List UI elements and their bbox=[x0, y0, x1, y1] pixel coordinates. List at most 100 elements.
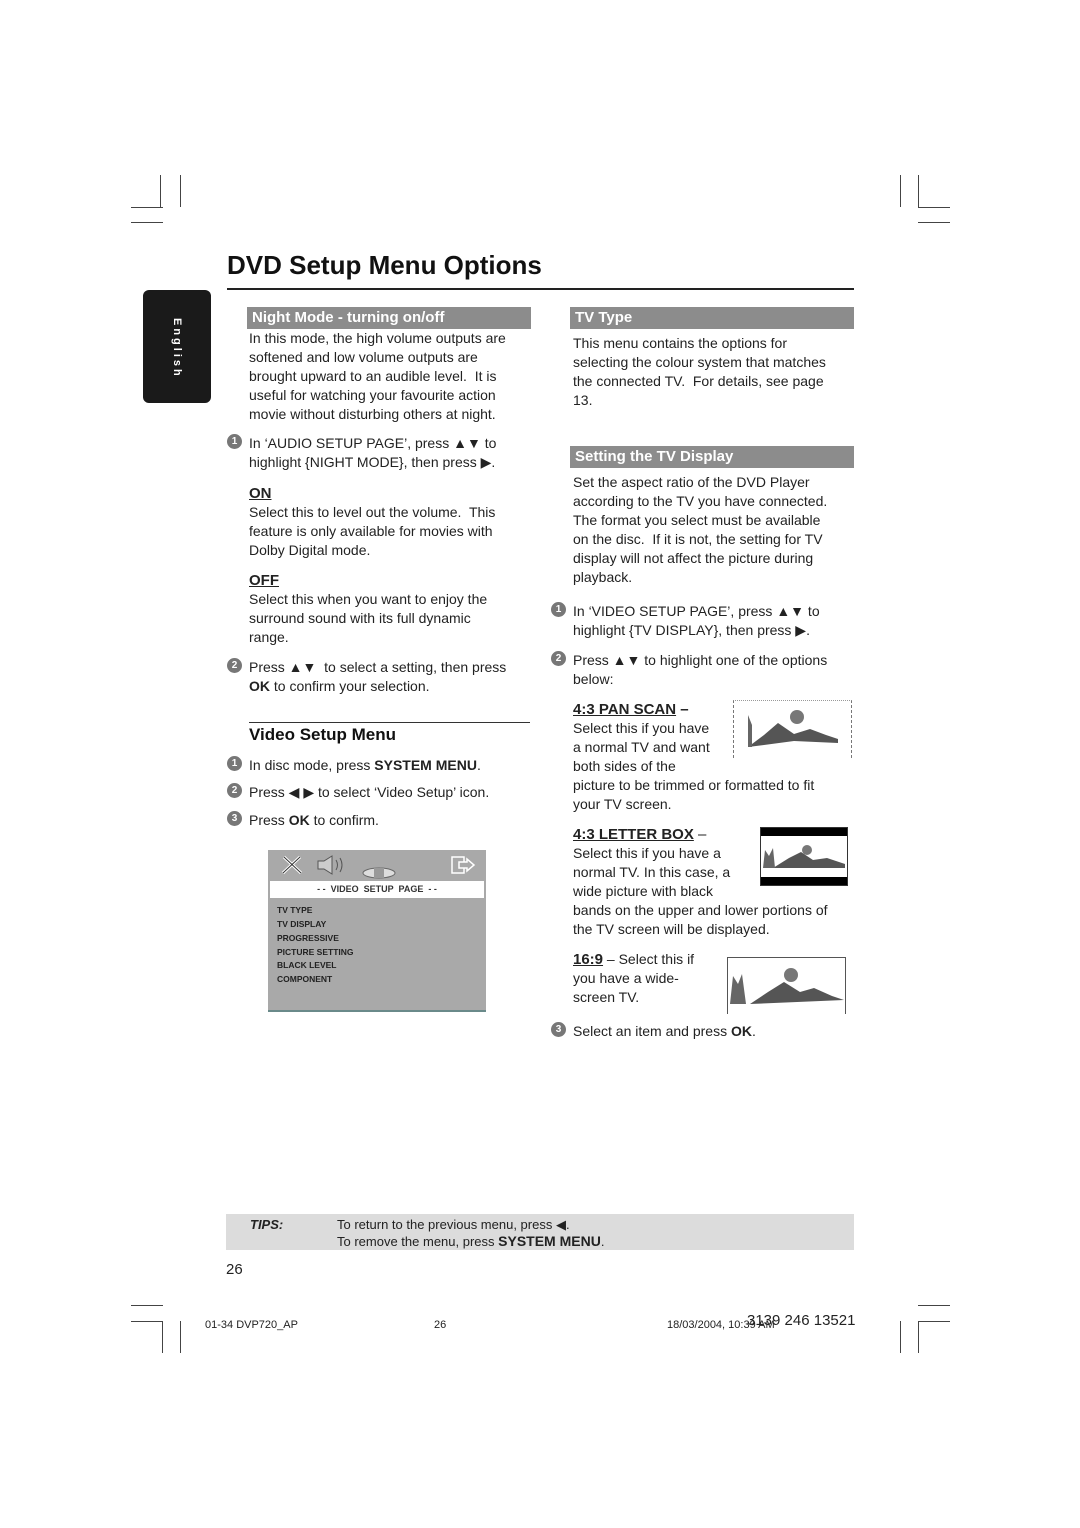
menu-item-component[interactable]: COMPONENT bbox=[277, 974, 332, 984]
disc-icon bbox=[362, 867, 396, 879]
crop-mark bbox=[918, 1321, 919, 1353]
step-number-1: 1 bbox=[227, 434, 242, 449]
step-number-2: 2 bbox=[227, 783, 242, 798]
footer-file: 01-34 DVP720_AP bbox=[205, 1319, 298, 1331]
language-label: English bbox=[171, 318, 183, 379]
step-number-3: 3 bbox=[227, 811, 242, 826]
section-rule bbox=[249, 722, 530, 723]
crop-mark bbox=[162, 1321, 163, 1353]
video-setup-step3: Press OK to confirm. bbox=[249, 811, 379, 830]
step-number-3: 3 bbox=[551, 1022, 566, 1037]
letter-box-text: Select this if you have a normal TV. In … bbox=[573, 845, 731, 899]
step-text: . bbox=[751, 1023, 756, 1039]
tv-type-text: This menu contains the options for selec… bbox=[573, 335, 826, 408]
step-text: Press bbox=[249, 812, 289, 828]
night-mode-step1: In ‘AUDIO SETUP PAGE’, press ▲▼ to highl… bbox=[249, 435, 497, 470]
tips-label: TIPS: bbox=[250, 1217, 284, 1232]
page-title: DVD Setup Menu Options bbox=[227, 250, 542, 280]
crop-mark bbox=[918, 1321, 950, 1322]
pan-scan-heading: 4:3 PAN SCAN – bbox=[573, 700, 689, 719]
footer-page: 26 bbox=[434, 1319, 447, 1331]
language-tab: English bbox=[143, 290, 211, 403]
video-setup-step1: In disc mode, press SYSTEM MENU. bbox=[249, 756, 481, 775]
letter-box-label: 4:3 LETTER BOX bbox=[573, 826, 694, 843]
tip-line: To return to the previous menu, press ◀. bbox=[337, 1217, 570, 1232]
tv-display-step1: In ‘VIDEO SETUP PAGE’, press ▲▼ to highl… bbox=[573, 603, 820, 638]
tip-line: To remove the menu, press bbox=[337, 1234, 499, 1249]
option-on-text: Select this to level out the volume. Thi… bbox=[249, 504, 496, 558]
letter-box-heading: 4:3 LETTER BOX – bbox=[573, 825, 706, 844]
step-text: . bbox=[476, 757, 481, 773]
pan-scan-text: Select this if you have a normal TV and … bbox=[573, 720, 710, 774]
menu-item-progressive[interactable]: PROGRESSIVE bbox=[277, 933, 339, 943]
night-mode-step2: Press ▲▼ to select a setting, then press… bbox=[249, 658, 506, 696]
system-menu-key: SYSTEM MENU bbox=[374, 757, 477, 773]
wide-heading: 16:9 – Select this if bbox=[573, 950, 694, 969]
crop-mark bbox=[180, 175, 181, 207]
ok-key: OK bbox=[249, 678, 270, 694]
crop-mark bbox=[918, 1305, 950, 1306]
pan-scan-label: 4:3 PAN SCAN bbox=[573, 701, 677, 718]
menu-header: - - VIDEO SETUP PAGE - - bbox=[270, 881, 484, 898]
tip-line: . bbox=[600, 1234, 605, 1249]
step-text: to confirm. bbox=[309, 812, 379, 828]
crop-mark bbox=[160, 175, 161, 207]
menu-item-tv-type[interactable]: TV TYPE bbox=[277, 905, 312, 915]
landscape-icon bbox=[761, 828, 847, 885]
video-setup-step2: Press ◀ ▶ to select ‘Video Setup’ icon. bbox=[249, 784, 490, 800]
video-setup-heading: Video Setup Menu bbox=[249, 725, 397, 744]
option-off-heading: OFF bbox=[249, 572, 279, 589]
option-off-text: Select this when you want to enjoy the s… bbox=[249, 591, 488, 645]
tv-type-header: TV Type bbox=[570, 307, 854, 329]
video-setup-menu-screenshot: - - VIDEO SETUP PAGE - - TV TYPE TV DISP… bbox=[268, 850, 486, 1012]
exit-icon bbox=[451, 856, 476, 874]
pan-scan-text-cont: picture to be trimmed or formatted to fi… bbox=[573, 777, 815, 812]
tools-icon bbox=[281, 855, 303, 875]
dash: – bbox=[693, 826, 707, 843]
footer-code: 3139 246 13521 bbox=[747, 1312, 856, 1329]
crop-mark bbox=[900, 175, 901, 207]
tv-display-step3: Select an item and press OK. bbox=[573, 1022, 756, 1041]
step-text: to confirm your selection. bbox=[270, 678, 430, 694]
widescreen-illustration bbox=[727, 957, 846, 1014]
letter-box-text-cont: bands on the upper and lower portions of… bbox=[573, 902, 828, 937]
step-text: Press ▲▼ to select a setting, then press bbox=[249, 659, 507, 675]
step-number-2: 2 bbox=[227, 658, 242, 673]
menu-item-tv-display[interactable]: TV DISPLAY bbox=[277, 919, 326, 929]
night-mode-header: Night Mode - turning on/off bbox=[247, 307, 531, 329]
tips-text: To return to the previous menu, press ◀.… bbox=[337, 1216, 604, 1250]
menu-item-black-level[interactable]: BLACK LEVEL bbox=[277, 960, 337, 970]
ok-key: OK bbox=[730, 1023, 752, 1039]
title-rule bbox=[227, 288, 854, 290]
wide-text-cont: you have a wide- screen TV. bbox=[573, 970, 679, 1005]
crop-mark bbox=[918, 175, 919, 207]
tips-box: TIPS: To return to the previous menu, pr… bbox=[226, 1214, 854, 1250]
tv-display-header: Setting the TV Display bbox=[570, 446, 854, 468]
pan-scan-illustration bbox=[733, 700, 852, 758]
crop-mark bbox=[131, 222, 163, 223]
crop-mark bbox=[900, 1321, 901, 1353]
crop-mark bbox=[131, 207, 163, 208]
wide-label: 16:9 bbox=[573, 951, 604, 968]
step-text: In disc mode, press bbox=[249, 757, 375, 773]
crop-mark bbox=[918, 207, 950, 208]
night-mode-intro: In this mode, the high volume outputs ar… bbox=[249, 330, 506, 422]
system-menu-key: SYSTEM MENU bbox=[498, 1233, 601, 1249]
option-on-heading: ON bbox=[249, 485, 272, 502]
menu-item-picture-setting[interactable]: PICTURE SETTING bbox=[277, 947, 354, 957]
step-number-1: 1 bbox=[551, 602, 566, 617]
step-text: Select an item and press bbox=[573, 1023, 731, 1039]
landscape-icon bbox=[730, 968, 844, 1004]
manual-page: DVD Setup Menu Options English Night Mod… bbox=[0, 0, 1080, 1528]
step-number-1: 1 bbox=[227, 756, 242, 771]
step-number-2: 2 bbox=[551, 651, 566, 666]
crop-mark bbox=[131, 1305, 163, 1306]
speaker-icon bbox=[317, 855, 343, 875]
crop-mark bbox=[180, 1321, 181, 1353]
page-number: 26 bbox=[226, 1261, 243, 1278]
tv-display-step2: Press ▲▼ to highlight one of the options… bbox=[573, 652, 828, 687]
tv-display-intro: Set the aspect ratio of the DVD Player a… bbox=[573, 474, 828, 585]
dash: – bbox=[676, 701, 689, 718]
wide-text: – Select this if bbox=[603, 951, 695, 967]
crop-mark bbox=[918, 222, 950, 223]
